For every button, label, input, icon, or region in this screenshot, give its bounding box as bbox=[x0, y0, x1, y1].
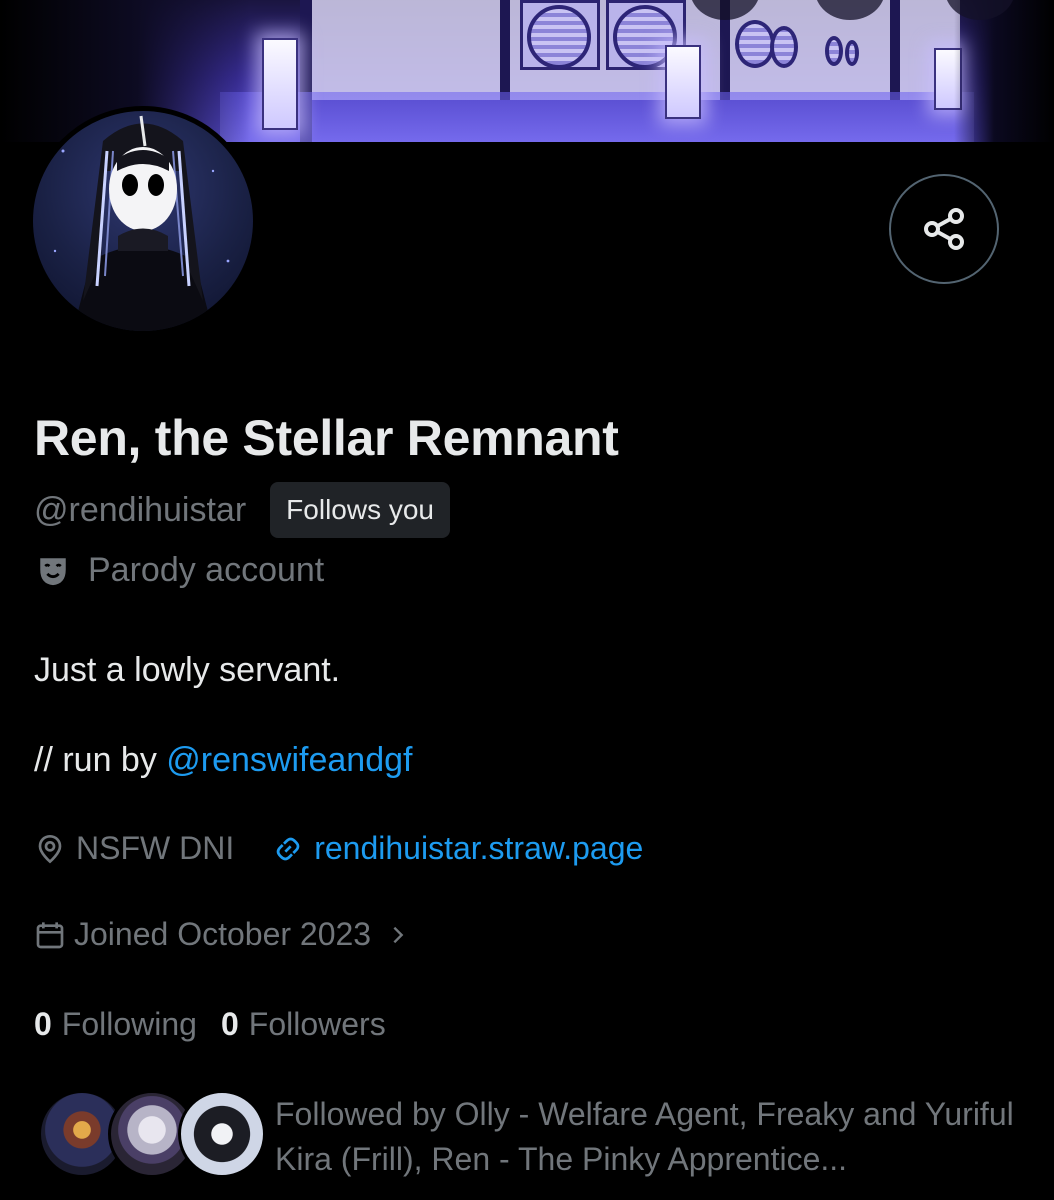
banner-round-window bbox=[825, 36, 843, 66]
bio-line: Just a lowly servant. bbox=[34, 651, 341, 689]
location-pin-icon bbox=[38, 834, 62, 863]
banner-round-window bbox=[845, 40, 859, 66]
banner-shadow-right bbox=[954, 0, 1054, 142]
following-label: Following bbox=[61, 1006, 197, 1042]
following-count: 0 bbox=[34, 1006, 52, 1042]
user-handle: @rendihuistar bbox=[34, 490, 247, 529]
parody-label: Parody account bbox=[36, 551, 324, 590]
parody-label-text: Parody account bbox=[88, 551, 325, 589]
theater-mask-icon bbox=[40, 557, 66, 585]
banner-round-window bbox=[527, 5, 591, 69]
display-name: Ren, the Stellar Remnant bbox=[34, 410, 619, 466]
followed-by-avatars[interactable] bbox=[38, 1090, 266, 1180]
followers-label: Followers bbox=[248, 1006, 386, 1042]
joined-date-row[interactable]: Joined October 2023 bbox=[34, 916, 409, 953]
banner-lantern bbox=[262, 38, 298, 130]
bio-text: // run by bbox=[34, 741, 167, 779]
banner-post bbox=[500, 0, 510, 100]
follows-you-badge: Follows you bbox=[270, 482, 451, 538]
banner-round-window bbox=[735, 20, 775, 68]
profile-avatar[interactable] bbox=[28, 106, 258, 336]
followers-count: 0 bbox=[220, 1006, 239, 1042]
following-link[interactable]: 0 Following bbox=[34, 1006, 197, 1043]
bio-line: // run by @renswifeandgf bbox=[34, 741, 412, 780]
handle-row: @rendihuistar Follows you bbox=[34, 482, 451, 538]
calendar-icon bbox=[36, 921, 64, 948]
follow-stats: 0 Following 0 Followers bbox=[34, 1006, 410, 1043]
avatar-image bbox=[33, 111, 253, 331]
share-icon bbox=[924, 208, 964, 250]
banner-floor bbox=[220, 92, 974, 142]
link-icon bbox=[276, 837, 300, 860]
banner-lantern bbox=[665, 45, 701, 119]
avatar bbox=[178, 1090, 266, 1178]
profile-meta-row: NSFW DNI rendihuistar.straw.page bbox=[34, 830, 643, 867]
banner-post bbox=[890, 0, 900, 100]
banner-round-window bbox=[770, 26, 798, 68]
website-link[interactable]: rendihuistar.straw.page bbox=[314, 830, 643, 867]
avatar-illustration bbox=[53, 115, 230, 331]
chevron-right-icon bbox=[393, 926, 404, 943]
mention-link[interactable]: @renswifeandgf bbox=[166, 741, 412, 779]
share-button[interactable] bbox=[889, 174, 999, 284]
followed-by-text[interactable]: Followed by Olly - Welfare Agent, Freaky… bbox=[275, 1092, 1035, 1182]
joined-text: Joined October 2023 bbox=[74, 916, 372, 952]
followers-link[interactable]: 0 Followers bbox=[221, 1006, 386, 1043]
location-text: NSFW DNI bbox=[76, 830, 235, 866]
